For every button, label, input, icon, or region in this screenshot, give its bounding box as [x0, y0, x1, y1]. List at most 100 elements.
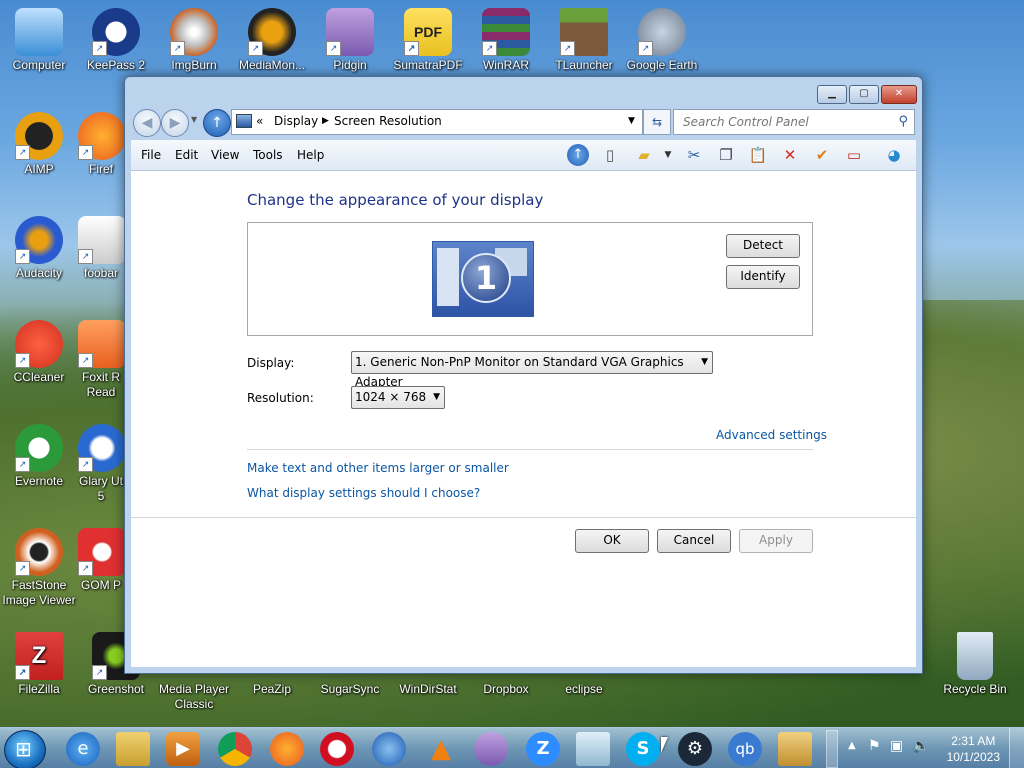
- desktop-icon-aimp[interactable]: ↗ AIMP: [1, 112, 77, 177]
- opera-icon[interactable]: [320, 732, 354, 766]
- desktop-icon-computer[interactable]: Computer: [1, 8, 77, 73]
- breadcrumb-screen-resolution[interactable]: Screen Resolution: [334, 114, 442, 128]
- monitor-1-icon[interactable]: 1: [432, 241, 534, 317]
- desktop-icon-google-earth[interactable]: ↗ Google Earth: [624, 8, 700, 73]
- firefox-icon: ↗: [78, 112, 124, 160]
- zoom-icon[interactable]: Z: [526, 732, 560, 766]
- ok-button[interactable]: OK: [575, 529, 649, 553]
- filezilla-icon: Z ↗: [15, 632, 63, 680]
- mouse-cursor-icon: [661, 737, 674, 753]
- maximize-button[interactable]: ▢: [849, 85, 879, 104]
- title-bar[interactable]: ▁ ▢ ✕: [125, 77, 922, 107]
- copy-icon[interactable]: ❐: [715, 144, 737, 166]
- breadcrumb-separator-icon[interactable]: ▶: [322, 116, 329, 126]
- menu-file[interactable]: File: [141, 148, 161, 162]
- desktop-icon-tlauncher[interactable]: ↗ TLauncher: [546, 8, 622, 73]
- forward-button[interactable]: ▶: [161, 109, 189, 137]
- desktop-icon-pidgin[interactable]: ↗ Pidgin: [312, 8, 388, 73]
- content-area: Change the appearance of your display 1 …: [131, 171, 916, 667]
- breadcrumb-overflow[interactable]: «: [256, 114, 263, 128]
- search-box[interactable]: ⚲: [673, 109, 915, 135]
- search-icon[interactable]: ⚲: [898, 114, 908, 129]
- up-arrow-icon[interactable]: ↑: [567, 144, 589, 166]
- glary-utilities-icon: ↗: [78, 424, 124, 472]
- resolution-select[interactable]: 1024 × 768 ▼: [351, 386, 445, 409]
- ie-icon[interactable]: e: [66, 732, 100, 766]
- close-button[interactable]: ✕: [881, 85, 917, 104]
- firefox-icon[interactable]: [270, 732, 304, 766]
- menu-tools[interactable]: Tools: [253, 148, 283, 162]
- cancel-button[interactable]: Cancel: [657, 529, 731, 553]
- ccleaner-icon: ↗: [15, 320, 63, 368]
- address-dropdown-icon[interactable]: ▼: [628, 116, 635, 126]
- footer-separator: [131, 517, 916, 518]
- desktop-icon-winrar[interactable]: ↗ WinRAR: [468, 8, 544, 73]
- menu-edit[interactable]: Edit: [175, 148, 198, 162]
- folder-options-icon[interactable]: ▰: [633, 144, 655, 166]
- notepad-icon[interactable]: [576, 732, 610, 766]
- text-size-link[interactable]: Make text and other items larger or smal…: [247, 461, 509, 475]
- explorer-icon[interactable]: [116, 732, 150, 766]
- desktop-icon-filezilla[interactable]: Z ↗ FileZilla: [1, 632, 77, 697]
- check-icon[interactable]: ✔: [811, 144, 833, 166]
- show-hidden-icons-icon[interactable]: ▲: [848, 740, 856, 751]
- volume-muted-icon[interactable]: 🔈: [912, 738, 929, 754]
- display-dropdown-icon: ▼: [701, 357, 708, 367]
- up-button[interactable]: ↑: [203, 109, 231, 137]
- desktop-icon-sumatrapdf[interactable]: PDF ↗ SumatraPDF: [390, 8, 466, 73]
- minimize-button[interactable]: ▁: [817, 85, 847, 104]
- address-bar[interactable]: « Display ▶ Screen Resolution ▼: [231, 109, 643, 135]
- media-icon[interactable]: ▶: [166, 732, 200, 766]
- desktop-icon-keepass[interactable]: ↗ KeePass 2: [78, 8, 154, 73]
- desktop-icon-foobar[interactable]: ↗ foobar: [78, 216, 124, 281]
- advanced-settings-link[interactable]: Advanced settings: [716, 428, 827, 442]
- display-select[interactable]: 1. Generic Non-PnP Monitor on Standard V…: [351, 351, 713, 389]
- show-desktop-button[interactable]: [1009, 728, 1024, 768]
- paste-icon[interactable]: 📋: [747, 144, 769, 166]
- refresh-button[interactable]: ⇆: [643, 109, 671, 135]
- breadcrumb-display[interactable]: Display: [274, 114, 318, 128]
- steam-icon[interactable]: ⚙: [678, 732, 712, 766]
- menu-help[interactable]: Help: [297, 148, 324, 162]
- recent-pages-chevron-icon[interactable]: ▼: [191, 115, 197, 124]
- search-input[interactable]: [681, 114, 890, 130]
- desktop-icon-foxit[interactable]: ↗ Foxit R Read: [78, 320, 124, 400]
- desktop-icon-glary[interactable]: ↗ Glary Ut 5: [78, 424, 124, 504]
- skype-icon[interactable]: S: [626, 732, 660, 766]
- clock[interactable]: 2:31 AM 10/1/2023: [947, 733, 1000, 765]
- properties-icon[interactable]: ▭: [843, 144, 865, 166]
- shell-icon[interactable]: ◕: [883, 144, 905, 166]
- desktop-icon-evernote[interactable]: ↗ Evernote: [1, 424, 77, 489]
- panel-icon[interactable]: ▯: [599, 144, 621, 166]
- desktop-icon-audacity[interactable]: ↗ Audacity: [1, 216, 77, 281]
- qbittorrent-icon[interactable]: qb: [728, 732, 762, 766]
- desktop-icon-ccleaner[interactable]: ↗ CCleaner: [1, 320, 77, 385]
- network-icon[interactable]: ▣: [890, 738, 903, 754]
- toolbar-chevron-down-icon[interactable]: ▼: [657, 144, 679, 166]
- vlc-icon[interactable]: ▲: [424, 732, 458, 766]
- desktop-icon-firefox[interactable]: ↗ Firef: [78, 112, 124, 177]
- thunderbird-icon[interactable]: [372, 732, 406, 766]
- start-button[interactable]: [4, 730, 46, 768]
- detect-button[interactable]: Detect: [726, 234, 800, 258]
- mediamonkey-icon: ↗: [248, 8, 296, 56]
- desktop-icon-gom[interactable]: ↗ GOM P: [78, 528, 124, 593]
- desktop-icon-recycle-bin[interactable]: Recycle Bin: [937, 632, 1013, 697]
- desktop-icon-imgburn[interactable]: ↗ ImgBurn: [156, 8, 232, 73]
- paint-icon[interactable]: [778, 732, 812, 766]
- delete-icon[interactable]: ✕: [779, 144, 801, 166]
- desktop-icon-mediamonkey[interactable]: ↗ MediaMon...: [234, 8, 310, 73]
- pidgin-icon[interactable]: [474, 732, 508, 766]
- identify-button[interactable]: Identify: [726, 265, 800, 289]
- cut-icon[interactable]: ✂: [683, 144, 705, 166]
- display-help-link[interactable]: What display settings should I choose?: [247, 486, 480, 500]
- page-title: Change the appearance of your display: [247, 191, 544, 209]
- winrar-icon: ↗: [482, 8, 530, 56]
- back-button[interactable]: ◀: [133, 109, 161, 137]
- action-center-flag-icon[interactable]: ⚑: [868, 738, 881, 754]
- menu-view[interactable]: View: [211, 148, 239, 162]
- apply-button[interactable]: Apply: [739, 529, 813, 553]
- desktop-icon-faststone[interactable]: ↗ FastStone Image Viewer: [1, 528, 77, 608]
- chrome-icon[interactable]: [218, 732, 252, 766]
- computer-icon: [15, 8, 63, 56]
